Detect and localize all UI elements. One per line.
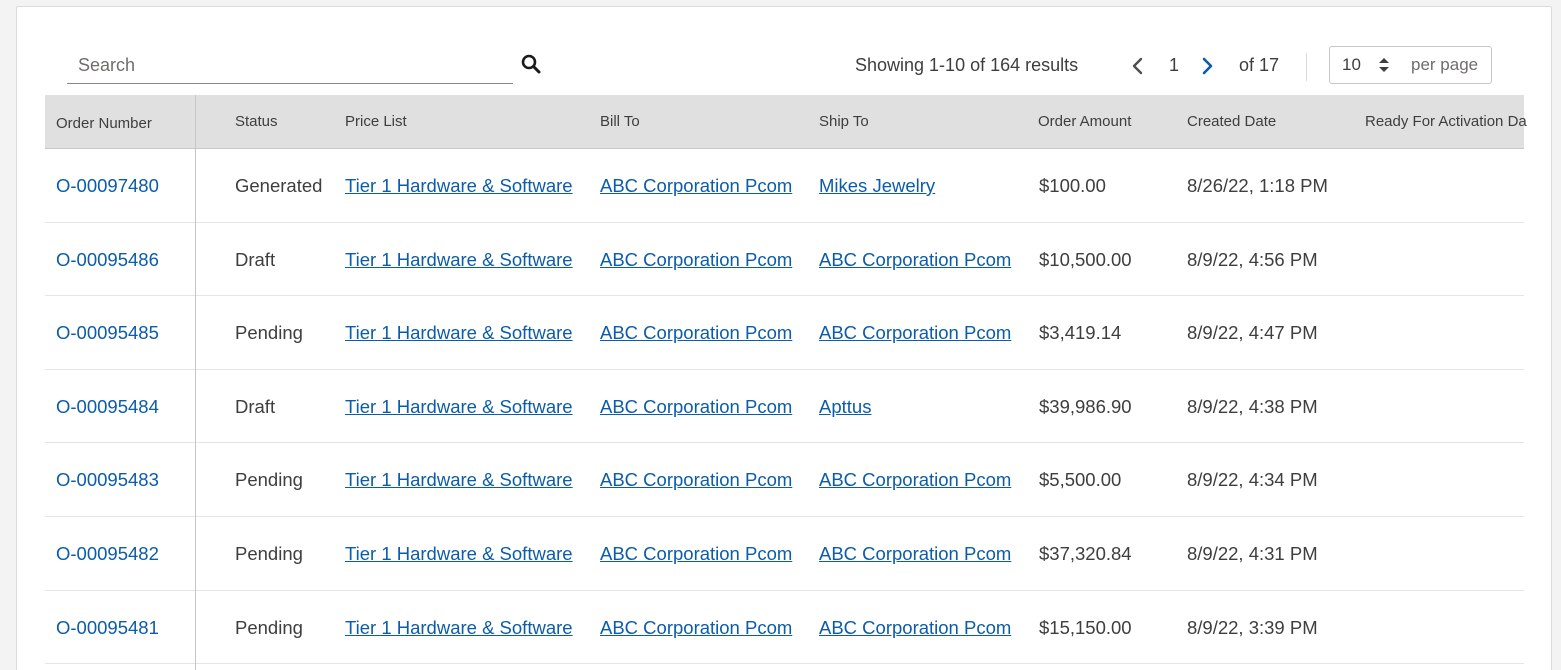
status-cell: Pending xyxy=(235,616,303,638)
table-row: O-00095483 Pending Tier 1 Hardware & Sof… xyxy=(45,443,1524,517)
ship-to-link[interactable]: ABC Corporation Pcom xyxy=(819,617,1011,639)
created-date-cell: 8/9/22, 3:39 PM xyxy=(1187,616,1318,638)
price-list-link[interactable]: Tier 1 Hardware & Software xyxy=(345,322,573,344)
ship-to-link[interactable]: ABC Corporation Pcom xyxy=(819,543,1011,565)
per-page-value: 10 xyxy=(1342,55,1361,74)
orders-table: Order Number Status Price List Bill To S… xyxy=(45,95,1527,665)
price-list-link[interactable]: Tier 1 Hardware & Software xyxy=(345,617,573,639)
status-cell: Pending xyxy=(235,542,303,564)
total-pages: of 17 xyxy=(1239,55,1280,75)
order-amount-cell: $37,320.84 xyxy=(1039,542,1132,564)
current-page: 1 xyxy=(1169,55,1180,75)
per-page-label: per page xyxy=(1400,46,1492,84)
chevron-right-icon[interactable] xyxy=(1197,54,1217,78)
results-summary: Showing 1-10 of 164 results xyxy=(855,55,1079,75)
status-cell: Pending xyxy=(235,469,303,491)
column-header-order-number[interactable]: Order Number xyxy=(56,115,152,132)
orders-card: Showing 1-10 of 164 results 1 of 17 10 p… xyxy=(16,6,1552,670)
created-date-cell: 8/9/22, 4:47 PM xyxy=(1187,322,1318,344)
price-list-link[interactable]: Tier 1 Hardware & Software xyxy=(345,543,573,565)
ship-to-link[interactable]: Apttus xyxy=(819,396,871,418)
column-header-ready-for-activation[interactable]: Ready For Activation Da xyxy=(1365,113,1527,130)
search-icon[interactable] xyxy=(520,53,542,75)
sort-arrows-icon xyxy=(1378,57,1390,73)
ship-to-link[interactable]: Mikes Jewelry xyxy=(819,175,935,197)
created-date-cell: 8/9/22, 4:38 PM xyxy=(1187,395,1318,417)
bill-to-link[interactable]: ABC Corporation Pcom xyxy=(600,249,792,271)
table-row: O-00095485 Pending Tier 1 Hardware & Sof… xyxy=(45,296,1524,370)
bill-to-link[interactable]: ABC Corporation Pcom xyxy=(600,543,792,565)
status-cell: Draft xyxy=(235,248,276,270)
order-amount-cell: $5,500.00 xyxy=(1039,469,1122,491)
toolbar-divider xyxy=(1306,53,1307,81)
search-field[interactable] xyxy=(67,47,513,84)
created-date-cell: 8/9/22, 4:56 PM xyxy=(1187,248,1318,270)
order-number-link[interactable]: O-00095481 xyxy=(56,617,159,639)
table-row: O-00095482 Pending Tier 1 Hardware & Sof… xyxy=(45,517,1524,591)
order-amount-cell: $3,419.14 xyxy=(1039,322,1122,344)
search-input[interactable] xyxy=(67,47,513,83)
order-amount-cell: $39,986.90 xyxy=(1039,395,1132,417)
bill-to-link[interactable]: ABC Corporation Pcom xyxy=(600,322,792,344)
table-row: O-00095481 Pending Tier 1 Hardware & Sof… xyxy=(45,591,1524,665)
column-header-created-date[interactable]: Created Date xyxy=(1187,113,1276,130)
column-header-order-amount[interactable]: Order Amount xyxy=(1038,113,1131,130)
bill-to-link[interactable]: ABC Corporation Pcom xyxy=(600,175,792,197)
table-header: Order Number Status Price List Bill To S… xyxy=(45,95,1527,149)
order-number-link[interactable]: O-00095486 xyxy=(56,249,159,271)
bill-to-link[interactable]: ABC Corporation Pcom xyxy=(600,617,792,639)
status-cell: Pending xyxy=(235,322,303,344)
column-header-status[interactable]: Status xyxy=(235,113,278,130)
status-cell: Draft xyxy=(235,395,276,417)
order-amount-cell: $15,150.00 xyxy=(1039,616,1132,638)
column-header-ship-to[interactable]: Ship To xyxy=(819,113,869,130)
table-row: O-00095486 Draft Tier 1 Hardware & Softw… xyxy=(45,223,1524,297)
bill-to-link[interactable]: ABC Corporation Pcom xyxy=(600,396,792,418)
per-page-select[interactable]: 10 xyxy=(1329,46,1401,84)
ship-to-link[interactable]: ABC Corporation Pcom xyxy=(819,469,1011,491)
ship-to-link[interactable]: ABC Corporation Pcom xyxy=(819,249,1011,271)
order-number-link[interactable]: O-00095482 xyxy=(56,543,159,565)
ship-to-link[interactable]: ABC Corporation Pcom xyxy=(819,322,1011,344)
price-list-link[interactable]: Tier 1 Hardware & Software xyxy=(345,175,573,197)
table-row: O-00095484 Draft Tier 1 Hardware & Softw… xyxy=(45,370,1524,444)
created-date-cell: 8/9/22, 4:34 PM xyxy=(1187,469,1318,491)
status-cell: Generated xyxy=(235,175,323,196)
frozen-column-divider[interactable] xyxy=(195,95,196,670)
order-number-link[interactable]: O-00095483 xyxy=(56,469,159,491)
created-date-cell: 8/26/22, 1:18 PM xyxy=(1187,175,1328,196)
order-number-link[interactable]: O-00095484 xyxy=(56,396,159,418)
order-amount-cell: $100.00 xyxy=(1039,175,1106,196)
column-header-bill-to[interactable]: Bill To xyxy=(600,113,640,130)
chevron-left-icon[interactable] xyxy=(1128,54,1148,78)
table-row: O-00097480 Generated Tier 1 Hardware & S… xyxy=(45,149,1524,223)
price-list-link[interactable]: Tier 1 Hardware & Software xyxy=(345,396,573,418)
order-number-link[interactable]: O-00095485 xyxy=(56,322,159,344)
price-list-link[interactable]: Tier 1 Hardware & Software xyxy=(345,249,573,271)
column-header-price-list[interactable]: Price List xyxy=(345,113,407,130)
created-date-cell: 8/9/22, 4:31 PM xyxy=(1187,542,1318,564)
bill-to-link[interactable]: ABC Corporation Pcom xyxy=(600,469,792,491)
order-amount-cell: $10,500.00 xyxy=(1039,248,1132,270)
price-list-link[interactable]: Tier 1 Hardware & Software xyxy=(345,469,573,491)
order-number-link[interactable]: O-00097480 xyxy=(56,175,159,197)
